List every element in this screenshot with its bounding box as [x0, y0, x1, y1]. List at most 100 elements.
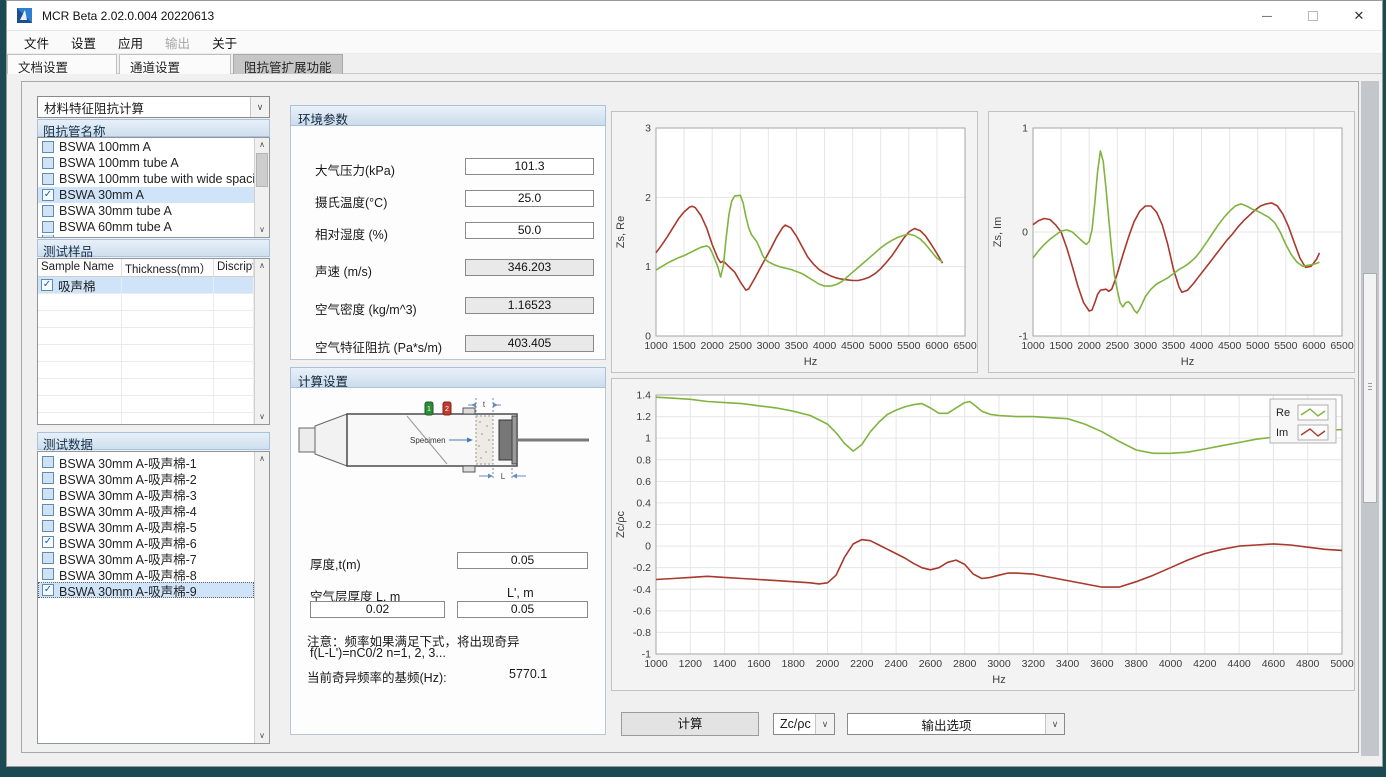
checked-checkbox-icon[interactable]: ✓ — [42, 536, 54, 548]
svg-text:1500: 1500 — [1049, 340, 1073, 352]
unchecked-checkbox-icon[interactable] — [42, 568, 54, 580]
svg-text:1800: 1800 — [782, 658, 806, 670]
list-item-label: BSWA 30mm A-吸声棉-9 — [59, 581, 197, 600]
svg-text:2000: 2000 — [816, 658, 840, 670]
output-options-dropdown[interactable]: 输出选项 ∨ — [847, 713, 1065, 735]
svg-text:1.2: 1.2 — [636, 411, 651, 423]
env-panel-header: 环境参数 — [290, 105, 606, 126]
unchecked-checkbox-icon[interactable] — [42, 205, 54, 217]
svg-text:Zc/ρc: Zc/ρc — [615, 510, 627, 538]
unchecked-checkbox-icon[interactable] — [42, 221, 54, 233]
chevron-down-icon: ∨ — [250, 97, 269, 117]
column-header[interactable]: Sample Name — [38, 259, 122, 276]
menu-item-3[interactable]: 应用 — [107, 30, 154, 55]
list-item-label: BSWA 60mm tube A — [59, 220, 172, 234]
list-item[interactable]: ✓ BSWA 30mm A-吸声棉-9 — [38, 582, 254, 598]
mic2-label: 2 — [445, 406, 449, 413]
list-item[interactable]: BSWA 100mm tube A — [38, 155, 254, 171]
calc-type-dropdown[interactable]: 材料特征阻抗计算 ∨ — [37, 96, 270, 118]
column-header[interactable]: Thickness(mm） — [122, 259, 214, 276]
close-button[interactable]: ✕ — [1336, 1, 1382, 31]
svg-text:-0.4: -0.4 — [633, 584, 651, 596]
env-field-input[interactable]: 25.0 — [465, 190, 594, 207]
list-item-partial[interactable] — [38, 235, 254, 238]
mic1-label: 1 — [427, 406, 431, 413]
thickness-label: 厚度,t(m) — [310, 554, 361, 573]
scrollbar-thumb[interactable] — [256, 153, 268, 187]
table-row-empty — [38, 345, 254, 362]
dim-L-label: L — [501, 472, 506, 481]
air-layer-Lp-input[interactable]: 0.05 — [457, 601, 588, 618]
env-field-input[interactable]: 101.3 — [465, 158, 594, 175]
list-item[interactable]: BSWA 100mm tube with wide spacing — [38, 171, 254, 187]
menu-item-2[interactable]: 设置 — [60, 30, 107, 55]
svg-text:4400: 4400 — [1227, 658, 1251, 670]
svg-text:Zs, Re: Zs, Re — [615, 216, 627, 248]
unchecked-checkbox-icon[interactable] — [42, 141, 54, 153]
chart-zs-im: 1000150020002500300035004000450050005500… — [988, 111, 1355, 373]
scroll-down-icon[interactable]: ∨ — [255, 410, 269, 424]
scroll-up-icon[interactable]: ∧ — [255, 452, 269, 466]
table-row-empty — [38, 362, 254, 379]
thickness-input[interactable]: 0.05 — [457, 552, 588, 569]
svg-text:4500: 4500 — [841, 340, 865, 352]
unchecked-checkbox-icon[interactable] — [42, 173, 54, 185]
menu-item-5[interactable]: 关于 — [201, 30, 248, 55]
air-layer-L-input[interactable]: 0.02 — [310, 601, 445, 618]
unchecked-checkbox-icon[interactable] — [42, 552, 54, 564]
scroll-down-icon[interactable]: ∨ — [255, 223, 269, 237]
scrollbar-thumb[interactable] — [1363, 273, 1377, 503]
svg-text:-1: -1 — [1019, 331, 1028, 343]
list-item-label: BSWA 100mm A — [59, 140, 151, 154]
svg-text:1: 1 — [1022, 123, 1028, 135]
scroll-up-icon[interactable]: ∧ — [255, 138, 269, 152]
tab-2[interactable]: 通道设置 — [119, 54, 231, 74]
tube-list-scrollbar[interactable]: ∧ ∨ — [254, 138, 269, 237]
unchecked-checkbox-icon[interactable] — [42, 504, 54, 516]
unchecked-checkbox-icon[interactable] — [42, 488, 54, 500]
list-item[interactable]: ✓BSWA 30mm A — [38, 187, 254, 203]
table-row[interactable]: ✓ 吸声棉 — [38, 277, 254, 294]
env-field-input: 1.16523 — [465, 297, 594, 314]
unchecked-checkbox-icon[interactable] — [42, 157, 54, 169]
window-vertical-scrollbar[interactable] — [1361, 81, 1379, 756]
svg-text:3: 3 — [645, 123, 651, 135]
scroll-up-icon[interactable]: ∧ — [255, 259, 269, 273]
svg-text:2000: 2000 — [1078, 340, 1102, 352]
tab-strip: 文档设置通道设置阻抗管扩展功能 — [7, 54, 1382, 74]
checked-checkbox-icon[interactable]: ✓ — [42, 189, 54, 201]
chevron-down-icon: ∨ — [815, 714, 834, 734]
data-list-scrollbar[interactable]: ∧ ∨ — [254, 452, 269, 743]
svg-text:Hz: Hz — [992, 674, 1005, 686]
list-item[interactable]: BSWA 100mm A — [38, 139, 254, 155]
svg-text:0: 0 — [645, 541, 651, 553]
unchecked-checkbox-icon[interactable] — [42, 456, 54, 468]
calculate-button[interactable]: 计算 — [621, 712, 759, 736]
list-item[interactable]: BSWA 60mm tube A — [38, 219, 254, 235]
tab-3[interactable]: 阻抗管扩展功能 — [233, 54, 343, 74]
minimize-button[interactable]: — — [1244, 1, 1290, 31]
display-quantity-dropdown[interactable]: Zc/ρc ∨ — [773, 713, 835, 735]
env-field-input[interactable]: 50.0 — [465, 222, 594, 239]
svg-text:Zs, Im: Zs, Im — [992, 217, 1004, 248]
column-header[interactable]: Discription — [214, 259, 254, 276]
app-window: MCR Beta 2.02.0.004 20220613 — ✕ 文件设置应用输… — [6, 0, 1383, 767]
checked-checkbox-icon[interactable]: ✓ — [41, 279, 53, 291]
output-options-value: 输出选项 — [848, 715, 1045, 734]
svg-text:0.4: 0.4 — [636, 497, 651, 509]
svg-text:5500: 5500 — [1274, 340, 1298, 352]
maximize-button[interactable] — [1290, 1, 1336, 31]
unchecked-checkbox-icon[interactable] — [42, 520, 54, 532]
checked-checkbox-icon[interactable]: ✓ — [42, 584, 54, 596]
svg-text:Re: Re — [1276, 407, 1290, 419]
menu-item-1[interactable]: 文件 — [13, 30, 60, 55]
unchecked-checkbox-icon[interactable] — [42, 472, 54, 484]
svg-text:3500: 3500 — [1162, 340, 1186, 352]
sample-name: 吸声棉 — [58, 277, 96, 293]
sample-table-scrollbar[interactable]: ∧ ∨ — [254, 259, 269, 424]
list-item[interactable]: BSWA 30mm tube A — [38, 203, 254, 219]
maximize-icon — [1308, 11, 1318, 21]
tab-1[interactable]: 文档设置 — [7, 54, 117, 74]
sample-section-header: 测试样品 — [37, 239, 270, 257]
scroll-down-icon[interactable]: ∨ — [255, 729, 269, 743]
